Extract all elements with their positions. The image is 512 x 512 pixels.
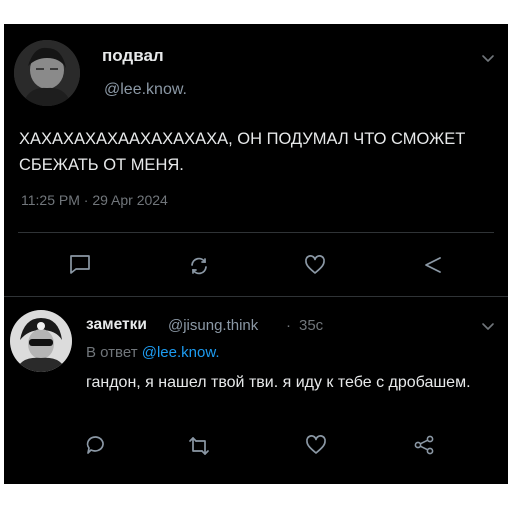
avatar[interactable] [10, 310, 72, 372]
author-name[interactable]: подвал [102, 46, 164, 66]
like-icon[interactable] [303, 253, 327, 277]
share-icon[interactable] [421, 253, 445, 277]
avatar[interactable] [14, 40, 80, 106]
tweet-thread: подвал @lee.know. ХАХАХАХАХААХАХАХАХА, О… [4, 24, 508, 484]
tweet-timestamp[interactable]: 11:25 PM · 29 Apr 2024 [21, 192, 168, 208]
reply-to-label: В ответ [86, 344, 138, 361]
author-handle[interactable]: @lee.know. [104, 81, 187, 99]
author-handle[interactable]: @jisung.think [168, 317, 258, 334]
share-icon[interactable] [412, 433, 436, 457]
tweet-text: гандон, я нашел твой тви. я иду к тебе с… [86, 374, 471, 391]
reply-context: В ответ @lee.know. [86, 344, 220, 361]
retweet-icon[interactable] [187, 254, 211, 278]
reply-icon[interactable] [84, 433, 108, 457]
author-name[interactable]: заметки [86, 316, 147, 334]
reply-icon[interactable] [68, 252, 92, 276]
tweet-text: ХАХАХАХАХААХАХАХАХА, ОН ПОДУМАЛ ЧТО СМОЖ… [19, 130, 466, 174]
chevron-down-icon[interactable] [480, 318, 496, 334]
retweet-icon[interactable] [187, 434, 211, 458]
divider [18, 232, 494, 233]
separator: · [286, 317, 291, 334]
tweet-time[interactable]: 35с [299, 317, 323, 334]
divider [4, 296, 508, 297]
reply-to-handle-link[interactable]: @lee.know. [142, 344, 220, 361]
like-icon[interactable] [304, 433, 328, 457]
chevron-down-icon[interactable] [480, 50, 496, 66]
